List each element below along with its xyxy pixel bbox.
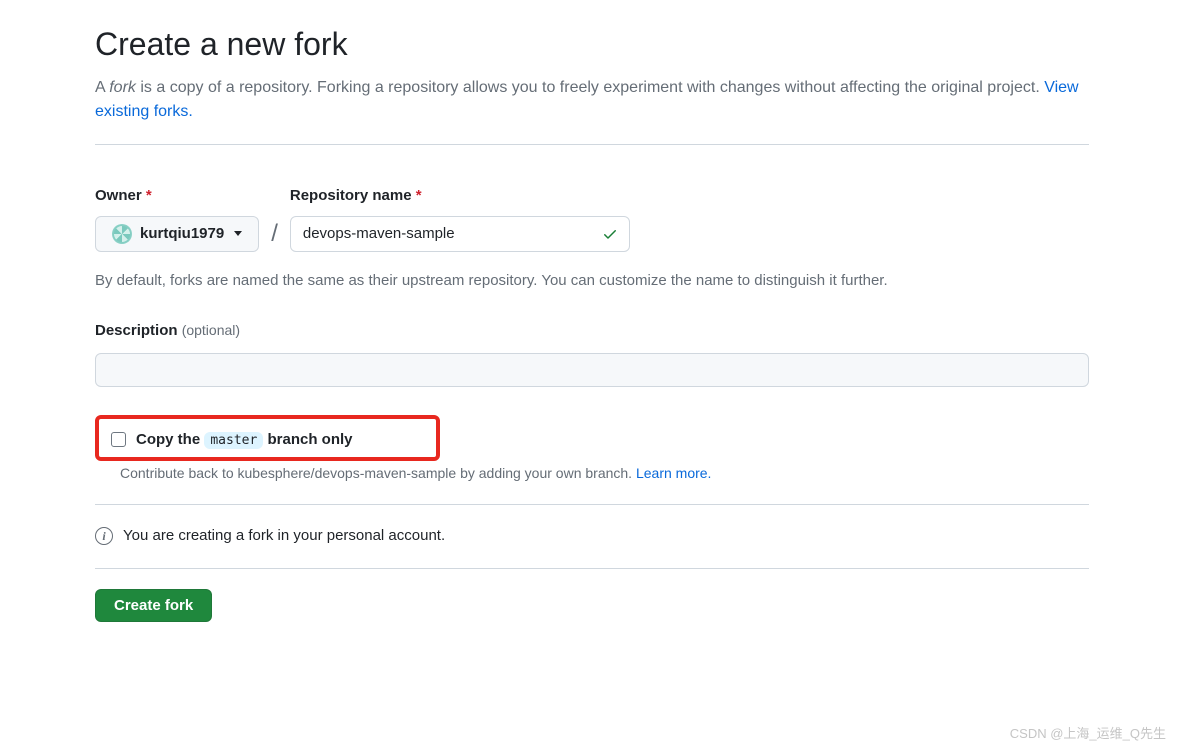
repo-label-text: Repository name (290, 187, 412, 204)
info-text: You are creating a fork in your personal… (123, 525, 445, 548)
owner-dropdown[interactable]: kurtqiu1979 (95, 216, 259, 252)
subtitle-rest: is a copy of a repository. Forking a rep… (136, 79, 1044, 96)
watermark: CSDN @上海_运维_Q先生 (1010, 724, 1166, 744)
owner-label: Owner * (95, 185, 259, 208)
page-title: Create a new fork (95, 20, 1089, 68)
divider (95, 504, 1089, 505)
copy-branch-section: Copy the master branch only (95, 415, 440, 462)
owner-repo-row: Owner * kurtqiu1979 / Repository name * (95, 185, 1089, 256)
check-icon (602, 226, 618, 242)
divider (95, 144, 1089, 145)
description-label: Description (optional) (95, 320, 1089, 343)
branch-code: master (204, 432, 263, 449)
repo-help-text: By default, forks are named the same as … (95, 270, 1089, 293)
desc-optional-text: (optional) (182, 322, 240, 338)
slash-group: / (271, 185, 278, 256)
subtitle-prefix: A (95, 79, 109, 96)
desc-label-text: Description (95, 322, 178, 339)
owner-label-text: Owner (95, 187, 142, 204)
copy-branch-checkbox[interactable] (111, 432, 126, 447)
owner-value: kurtqiu1979 (140, 225, 224, 242)
copy-branch-label: Copy the master branch only (136, 429, 353, 452)
repo-label: Repository name * (290, 185, 630, 208)
checkbox-prefix: Copy the (136, 431, 204, 448)
repo-input-wrapper (290, 216, 630, 252)
avatar-icon (112, 224, 132, 244)
required-marker: * (416, 187, 422, 204)
copy-branch-row: Copy the master branch only (111, 429, 424, 452)
create-fork-button[interactable]: Create fork (95, 589, 212, 622)
caret-down-icon (234, 231, 242, 236)
checkbox-suffix: branch only (263, 431, 352, 448)
info-row: i You are creating a fork in your person… (95, 525, 1089, 548)
owner-group: Owner * kurtqiu1979 (95, 185, 259, 252)
learn-more-link[interactable]: Learn more. (636, 465, 711, 481)
subtitle-em: fork (109, 79, 136, 96)
contribute-help-text: Contribute back to kubesphere/devops-mav… (120, 463, 1089, 484)
slash-separator: / (271, 216, 278, 256)
page-subtitle: A fork is a copy of a repository. Forkin… (95, 76, 1089, 124)
repo-name-input[interactable] (290, 216, 630, 252)
slash-spacer (271, 185, 278, 208)
repo-group: Repository name * (290, 185, 630, 252)
description-input[interactable] (95, 353, 1089, 387)
info-icon: i (95, 527, 113, 545)
contribute-prefix: Contribute back to kubesphere/devops-mav… (120, 465, 636, 481)
divider (95, 568, 1089, 569)
required-marker: * (146, 187, 152, 204)
